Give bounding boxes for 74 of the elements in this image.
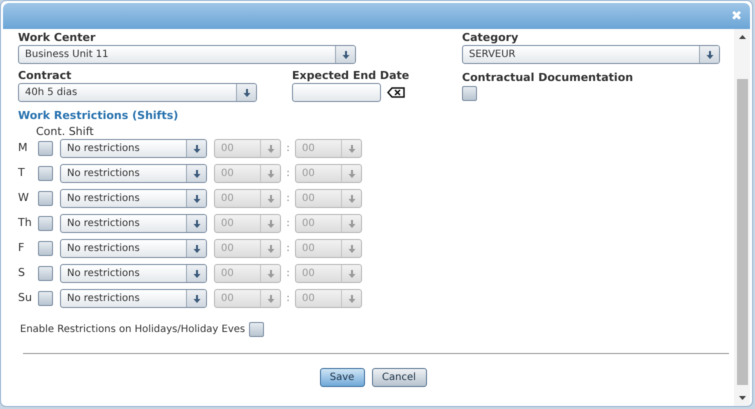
- scrollbar[interactable]: [734, 29, 750, 406]
- time-separator: :: [285, 167, 291, 181]
- date-field[interactable]: [292, 83, 381, 102]
- checkbox[interactable]: [38, 241, 53, 256]
- close-button[interactable]: ✖: [731, 10, 742, 22]
- down-arrow-icon: [242, 88, 250, 96]
- scrollbar-thumb[interactable]: [736, 79, 748, 385]
- day-label: S: [18, 265, 26, 282]
- down-arrow-icon: [266, 194, 274, 202]
- down-arrow-icon: [266, 270, 274, 278]
- column-label: Cont. Shift: [36, 125, 95, 138]
- down-arrow-icon: [266, 294, 274, 302]
- dropdown[interactable]: No restrictions: [60, 164, 207, 183]
- day-label: W: [18, 190, 30, 206]
- down-arrow-icon: [266, 220, 274, 228]
- clear-icon[interactable]: [387, 87, 405, 98]
- checkbox[interactable]: [38, 166, 53, 181]
- scroll-up-icon[interactable]: [738, 35, 746, 39]
- down-arrow-icon: [342, 50, 350, 58]
- down-arrow-icon: [266, 144, 274, 152]
- checkbox[interactable]: [38, 141, 53, 156]
- checkbox[interactable]: [249, 322, 264, 337]
- save-button[interactable]: Save: [320, 368, 364, 387]
- time-separator: :: [285, 217, 291, 231]
- down-arrow-icon: [348, 220, 356, 228]
- dropdown[interactable]: Business Unit 11: [18, 45, 356, 64]
- dropdown[interactable]: No restrictions: [60, 239, 207, 258]
- down-arrow-icon: [348, 294, 356, 302]
- time-separator: :: [285, 142, 291, 156]
- time-separator: :: [285, 292, 291, 306]
- dropdown[interactable]: No restrictions: [60, 289, 207, 308]
- field-label: Expected End Date: [292, 69, 410, 82]
- checkbox[interactable]: [462, 86, 477, 101]
- down-arrow-icon: [192, 220, 200, 228]
- cancel-button[interactable]: Cancel: [372, 368, 426, 387]
- day-label: T: [18, 165, 26, 182]
- dropdown[interactable]: SERVEUR: [462, 45, 720, 64]
- down-arrow-icon: [192, 244, 200, 252]
- down-arrow-icon: [192, 144, 200, 152]
- time-separator: :: [285, 242, 291, 256]
- day-label: M: [18, 140, 28, 156]
- checkbox-label: Enable Restrictions on Holidays/Holiday Eves: [19, 323, 246, 337]
- time-separator: :: [285, 267, 291, 281]
- day-label: Su: [18, 290, 33, 306]
- down-arrow-icon: [192, 170, 200, 178]
- down-arrow-icon: [348, 244, 356, 252]
- down-arrow-icon: [192, 294, 200, 302]
- down-arrow-icon: [192, 270, 200, 278]
- checkbox[interactable]: [38, 216, 53, 231]
- dropdown[interactable]: 40h 5 dias: [18, 83, 257, 102]
- down-arrow-icon: [348, 270, 356, 278]
- down-arrow-icon: [706, 50, 714, 58]
- day-label: F: [18, 240, 26, 256]
- dropdown[interactable]: No restrictions: [60, 139, 207, 158]
- field-label: Category: [462, 31, 520, 44]
- field-label: Work Center: [18, 31, 96, 44]
- day-label: Th: [18, 215, 33, 232]
- dropdown[interactable]: No restrictions: [60, 264, 207, 283]
- field-label: Contractual Documentation: [462, 71, 634, 84]
- checkbox[interactable]: [38, 266, 53, 281]
- down-arrow-icon: [348, 170, 356, 178]
- down-arrow-icon: [348, 194, 356, 202]
- checkbox[interactable]: [38, 291, 53, 306]
- section-title: Work Restrictions (Shifts): [18, 109, 180, 122]
- down-arrow-icon: [348, 144, 356, 152]
- down-arrow-icon: [192, 194, 200, 202]
- field-label: Contract: [18, 69, 72, 82]
- dropdown[interactable]: No restrictions: [60, 214, 207, 233]
- down-arrow-icon: [266, 170, 274, 178]
- scroll-down-icon[interactable]: [738, 396, 746, 400]
- dropdown[interactable]: No restrictions: [60, 189, 207, 208]
- checkbox[interactable]: [38, 191, 53, 206]
- time-separator: :: [285, 192, 291, 206]
- down-arrow-icon: [266, 244, 274, 252]
